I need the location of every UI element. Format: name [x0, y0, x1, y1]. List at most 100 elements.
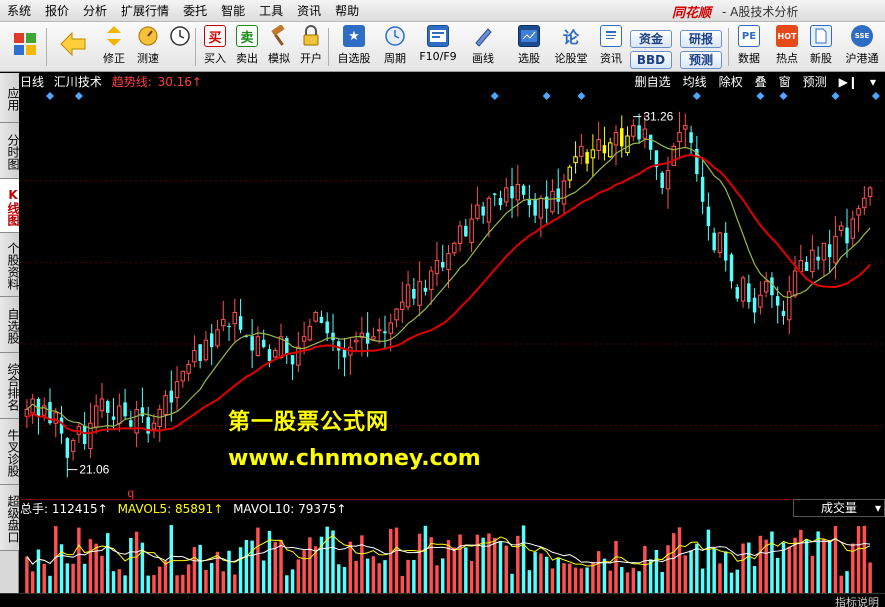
menu-info[interactable]: 资讯	[290, 0, 328, 22]
back-button[interactable]	[56, 25, 90, 69]
indicator-help-link[interactable]: 指标说明	[835, 594, 879, 607]
revise-button[interactable]: 修正	[97, 25, 131, 69]
volume-bar	[833, 526, 838, 593]
volume-bar	[394, 527, 399, 593]
side-tab-super-board[interactable]: 超级盘口	[0, 485, 20, 551]
signal-diamond	[692, 92, 701, 100]
speed-clock-button[interactable]	[163, 25, 197, 69]
watchlist-button[interactable]: ★ 自选股	[334, 25, 374, 69]
stock-screen-button[interactable]: 选股	[512, 25, 546, 69]
candle	[423, 279, 428, 296]
menu-smart[interactable]: 智能	[214, 0, 252, 22]
data-button[interactable]: PE 数据	[732, 25, 766, 69]
volume-bar	[729, 572, 734, 593]
candle	[763, 271, 769, 298]
remove-watchlist-button[interactable]: 删自选	[632, 73, 674, 91]
signal-diamond	[756, 92, 765, 100]
volume-bar	[48, 575, 52, 593]
candle	[607, 137, 613, 158]
volume-bar	[862, 525, 867, 593]
side-tab-timeshare[interactable]: 分时图	[0, 123, 20, 179]
volume-bar	[799, 529, 803, 593]
candle	[538, 194, 544, 238]
side-tab-watchlist[interactable]: 自选股	[0, 297, 20, 353]
mavol5-label: MAVOL5:	[117, 502, 172, 516]
overlay-button[interactable]: 叠	[752, 73, 770, 91]
forecast-tool-button[interactable]: 预测	[800, 73, 830, 91]
candle	[498, 190, 503, 211]
side-tab-diagnosis[interactable]: 牛叉诊股	[0, 419, 20, 485]
dropdown-icon[interactable]: ▾	[867, 73, 879, 91]
side-tab-kline[interactable]: K线图	[0, 179, 20, 233]
window-title: - A股技术分析	[722, 5, 799, 19]
candle	[325, 312, 329, 342]
candle	[770, 272, 774, 308]
signal-diamond	[74, 92, 83, 100]
candle	[862, 186, 867, 215]
open-account-button[interactable]: 开户	[294, 25, 328, 69]
candle	[798, 244, 804, 273]
bbd-button[interactable]: BBD	[630, 51, 672, 69]
speed-test-button[interactable]: 测速	[131, 25, 165, 69]
candle	[712, 227, 716, 253]
volume-bar	[700, 568, 705, 593]
menu-trade[interactable]: 委托	[176, 0, 214, 22]
menu-system[interactable]: 系统	[0, 0, 38, 22]
side-tab-apps[interactable]: 应用	[0, 73, 20, 123]
candle	[660, 170, 664, 195]
volume-bar	[204, 569, 208, 593]
play-icon[interactable]: ▶❙	[836, 73, 861, 91]
volume-bar	[129, 537, 133, 593]
discuss-button[interactable]: 论 论股堂	[554, 25, 588, 69]
volume-bar	[752, 566, 757, 593]
ex-rights-button[interactable]: 除权	[716, 73, 746, 91]
window-button[interactable]: 窗	[776, 73, 794, 91]
lock-icon	[300, 25, 322, 47]
capital-button[interactable]: 资金	[630, 30, 672, 48]
candle	[752, 288, 757, 324]
volume-bar	[163, 560, 168, 593]
candle	[198, 344, 202, 369]
draw-line-button[interactable]: 画线	[466, 25, 500, 69]
hot-button[interactable]: HOT 热点	[770, 25, 804, 69]
research-button[interactable]: 研报	[680, 30, 722, 48]
kline-chart[interactable]: 31.26 21.06 q	[20, 91, 885, 499]
grid-button[interactable]	[8, 25, 42, 69]
hk-connect-button[interactable]: SSE 沪港通	[842, 25, 882, 69]
data-label: 数据	[738, 52, 760, 65]
volume-bar	[54, 526, 58, 593]
volume-chart[interactable]	[20, 517, 885, 593]
period-button[interactable]: 周期	[378, 25, 412, 69]
news-button[interactable]: 资讯	[594, 25, 628, 69]
new-stock-button[interactable]: 新股	[804, 25, 838, 69]
volume-bar	[660, 572, 664, 593]
candle	[631, 119, 636, 142]
menu-quote[interactable]: 报价	[38, 0, 76, 22]
mavol10-label: MAVOL10:	[233, 502, 295, 516]
volume-indicator-select[interactable]: 成交量 ▾	[793, 499, 885, 517]
moving-average-button[interactable]: 均线	[680, 73, 710, 91]
menu-analysis[interactable]: 分析	[76, 0, 114, 22]
volume-bar	[383, 560, 387, 593]
forecast-button[interactable]: 预测	[680, 51, 722, 69]
candle	[481, 201, 485, 224]
candle	[151, 413, 157, 439]
signal-diamond	[490, 92, 499, 100]
hk-connect-label: 沪港通	[845, 52, 879, 65]
menu-tools[interactable]: 工具	[252, 0, 290, 22]
menu-help[interactable]: 帮助	[328, 0, 366, 22]
menu-extended-quotes[interactable]: 扩展行情	[114, 0, 176, 22]
candle	[65, 437, 70, 478]
new-stock-label: 新股	[810, 52, 832, 65]
volume-bar	[706, 529, 711, 593]
hammer-icon	[268, 25, 290, 47]
f10-button[interactable]: F10/F9	[418, 25, 458, 69]
sell-button[interactable]: 卖 卖出	[230, 25, 264, 69]
side-tab-stock-profile[interactable]: 个股资料	[0, 233, 20, 297]
side-tab-ranking[interactable]: 综合排名	[0, 353, 20, 419]
candle	[353, 331, 359, 353]
volume-bar	[539, 553, 543, 593]
volume-bar	[544, 556, 549, 593]
buy-button[interactable]: 买 买入	[198, 25, 232, 69]
simulate-button[interactable]: 模拟	[262, 25, 296, 69]
